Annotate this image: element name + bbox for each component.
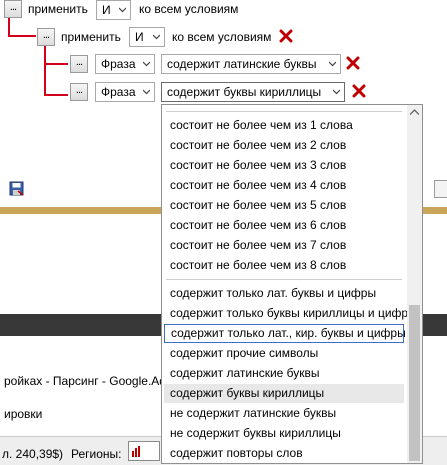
regions-button[interactable] <box>128 441 160 461</box>
logic-select[interactable]: И <box>96 0 131 20</box>
operator-select-value: содержит буквы кириллицы <box>167 85 322 99</box>
dropdown-scrollbar[interactable] <box>407 105 422 463</box>
dropdown-option[interactable]: содержит повторы слов <box>164 444 404 463</box>
log-line: ировки <box>4 407 43 421</box>
dropdown-option[interactable]: состоит не более чем из 3 слов <box>164 156 404 175</box>
dropdown-option[interactable]: состоит не более чем из 4 слов <box>164 176 404 195</box>
field-select-value: Фраза <box>101 85 136 99</box>
dropdown-option[interactable]: содержит прочие символы <box>164 344 404 363</box>
chevron-down-icon <box>119 7 126 13</box>
list-separator <box>166 279 402 280</box>
scrollbar-thumb[interactable] <box>409 305 420 461</box>
condition-menu-button[interactable]: ... <box>70 83 88 101</box>
chevron-down-icon <box>153 34 160 40</box>
field-select[interactable]: Фраза <box>95 82 155 102</box>
chevron-down-icon <box>143 61 150 67</box>
log-line: ройках - Парсинг - Google.Adv <box>4 374 172 388</box>
group-menu-button[interactable]: ... <box>37 28 55 46</box>
floppy-icon[interactable] <box>9 181 24 196</box>
dropdown-option[interactable]: не содержит латинские буквы <box>164 404 404 423</box>
dropdown-option-selected[interactable]: содержит буквы кириллицы <box>164 384 404 403</box>
dropdown-option[interactable]: состоит не более чем из 8 слов <box>164 256 404 275</box>
chevron-down-icon <box>329 61 336 67</box>
operator-select[interactable]: содержит латинские буквы <box>161 54 341 74</box>
chevron-down-icon <box>143 89 150 95</box>
tree-line <box>44 63 68 65</box>
chevron-down-icon <box>333 89 340 95</box>
apply-label: применить <box>28 2 88 16</box>
regions-label: Регионы: <box>71 447 122 461</box>
dropdown-option[interactable]: состоит не более чем из 1 слова <box>164 116 404 135</box>
dropdown-option[interactable]: состоит не более чем из 6 слов <box>164 216 404 235</box>
dropdown-option[interactable]: состоит не более чем из 5 слов <box>164 196 404 215</box>
tree-line <box>44 94 68 96</box>
all-conditions-label: ко всем условиям <box>172 30 272 44</box>
red-x-icon[interactable] <box>279 29 293 43</box>
red-x-icon[interactable] <box>352 84 366 98</box>
all-conditions-label: ко всем условиям <box>139 2 239 16</box>
condition-menu-button[interactable]: ... <box>70 55 88 73</box>
tree-line <box>44 46 46 96</box>
scroll-up-icon[interactable] <box>410 109 419 115</box>
apply-label: применить <box>61 30 121 44</box>
logic-select-value: И <box>102 3 111 17</box>
logic-select-value: И <box>135 30 144 44</box>
group-menu-button[interactable]: ... <box>4 0 22 18</box>
dropdown-option[interactable]: не содержит буквы кириллицы <box>164 424 404 443</box>
operator-dropdown-list[interactable]: состоит не более чем из 1 слова состоит … <box>161 104 423 464</box>
list-separator <box>166 111 402 112</box>
dropdown-option[interactable]: содержит только буквы кириллицы и цифры <box>164 304 417 323</box>
bar-chart-icon <box>132 446 140 457</box>
balance-text: л. 240,39$) <box>2 447 64 461</box>
field-select-value: Фраза <box>101 57 136 71</box>
dropdown-option[interactable]: содержит только лат. буквы и цифры <box>164 284 404 303</box>
operator-select-open[interactable]: содержит буквы кириллицы <box>161 82 345 102</box>
dropdown-option-focused[interactable]: содержит только лат., кир. буквы и цифры <box>164 324 406 343</box>
tree-line <box>8 16 10 36</box>
red-x-icon[interactable] <box>346 56 360 70</box>
dropdown-option[interactable]: состоит не более чем из 7 слов <box>164 236 404 255</box>
dropdown-option[interactable]: содержит латинские буквы <box>164 364 404 383</box>
field-select[interactable]: Фраза <box>95 54 155 74</box>
operator-select-value: содержит латинские буквы <box>167 57 317 71</box>
logic-select[interactable]: И <box>129 27 165 47</box>
tree-line <box>8 35 36 37</box>
dropdown-option[interactable]: состоит не более чем из 2 слов <box>164 136 404 155</box>
toolbar-button-edge[interactable] <box>434 180 447 198</box>
